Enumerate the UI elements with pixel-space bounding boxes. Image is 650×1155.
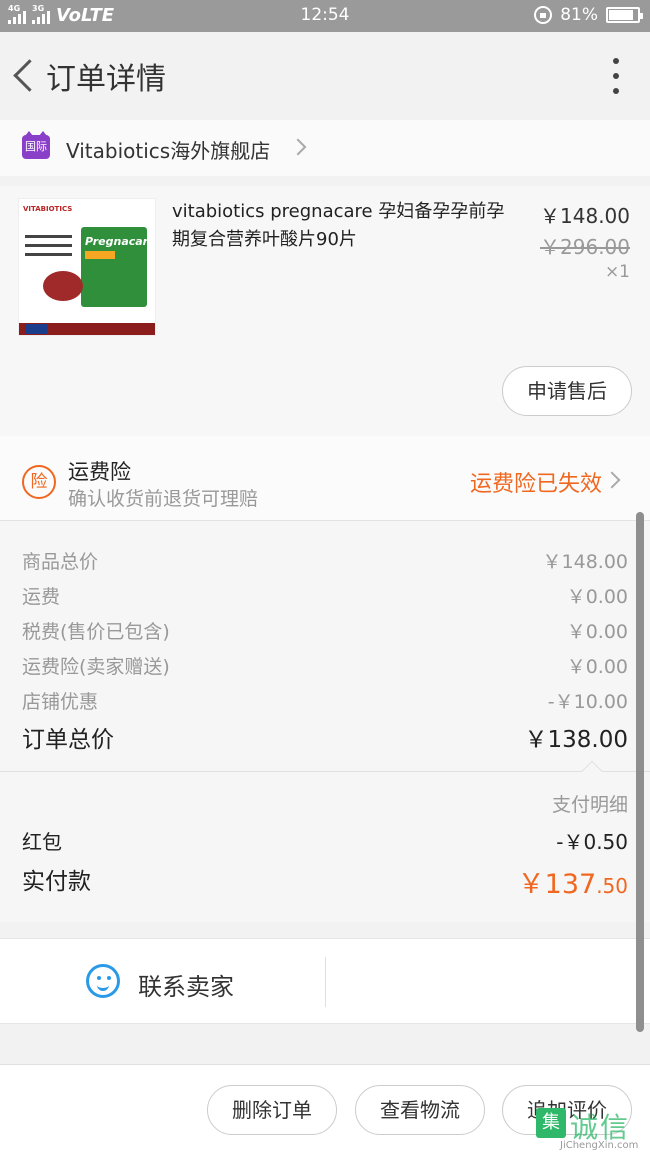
product-price: ￥148.00 (540, 204, 630, 228)
price-summary: 商品总价 ￥148.00 运费 ￥0.00 税费(售价已包含) ￥0.00 运费… (0, 521, 650, 771)
product-title: vitabiotics pregnacare 孕妇备孕孕前孕期复合营养叶酸片90… (172, 201, 505, 250)
app-header: 订单详情 (0, 32, 650, 120)
shipping-insurance-row[interactable]: 险 运费险 确认收货前退货可理赔 运费险已失效 (0, 436, 650, 521)
product-card[interactable]: VITABIOTICS Pregnacare vitabiotics pregn… (0, 186, 650, 436)
scrollbar[interactable] (636, 512, 644, 1032)
divider (325, 957, 326, 1007)
after-sale-button[interactable]: 申请售后 (502, 366, 632, 416)
chevron-right-icon (289, 138, 307, 156)
delete-order-button[interactable]: 删除订单 (207, 1085, 337, 1135)
red-packet-value: -￥0.50 (556, 830, 628, 854)
order-total-value: ￥138.00 (524, 727, 628, 753)
paid-label: 实付款 (22, 869, 91, 895)
more-menu-icon[interactable] (610, 58, 622, 94)
watermark-logo-icon: 集 (536, 1108, 566, 1138)
order-total-row: 订单总价 ￥138.00 (22, 720, 628, 754)
paid-amount-int: ￥137 (517, 869, 597, 900)
international-badge-icon: 国际 (22, 131, 50, 159)
summary-value: ￥0.00 (566, 656, 628, 678)
watermark: 集 诚信 JiChengXin.com (530, 1100, 650, 1155)
paid-amount-dec: .50 (596, 874, 628, 898)
summary-row: 运费险(卖家赠送) ￥0.00 (22, 652, 628, 679)
product-original-price: ￥296.00 (540, 235, 630, 259)
payment-section: 支付明细 红包 -￥0.50 实付款 ￥137.50 (0, 772, 650, 922)
summary-value: ￥0.00 (566, 586, 628, 608)
battery-percent: 81% (560, 5, 598, 25)
red-packet-label: 红包 (22, 830, 62, 854)
insurance-subtitle: 确认收货前退货可理赔 (68, 488, 259, 510)
red-packet-row: 红包 -￥0.50 (22, 826, 628, 855)
rotation-lock-icon (534, 6, 553, 24)
view-logistics-button[interactable]: 查看物流 (355, 1085, 485, 1135)
chevron-right-icon (603, 471, 621, 489)
summary-row: 税费(售价已包含) ￥0.00 (22, 617, 628, 644)
status-bar: 4G 3G VoLTE 12:54 81% (0, 0, 650, 32)
insurance-status: 运费险已失效 (469, 472, 602, 497)
summary-value: ￥0.00 (566, 621, 628, 643)
product-quantity: ×1 (604, 262, 630, 282)
product-image: VITABIOTICS Pregnacare (18, 198, 156, 336)
smiley-chat-icon[interactable] (86, 964, 120, 998)
summary-label: 店铺优惠 (22, 691, 99, 713)
battery-icon (606, 7, 643, 23)
payment-detail-link[interactable]: 支付明细 (552, 790, 628, 817)
summary-row: 商品总价 ￥148.00 (22, 547, 628, 574)
uk-flag-icon (25, 324, 47, 334)
product-image-name: Pregnacare (85, 235, 156, 248)
page-title: 订单详情 (46, 62, 166, 97)
insurance-icon: 险 (22, 465, 56, 499)
paid-row: 实付款 ￥137.50 (22, 862, 628, 901)
order-total-label: 订单总价 (22, 727, 114, 753)
summary-label: 税费(售价已包含) (22, 621, 170, 643)
product-image-brand: VITABIOTICS (23, 205, 73, 213)
contact-seller-bar: 联系卖家 (0, 938, 650, 1024)
summary-label: 商品总价 (22, 551, 99, 573)
shop-row[interactable]: 国际 Vitabiotics海外旗舰店 (0, 120, 650, 176)
contact-seller-button[interactable]: 联系卖家 (138, 967, 234, 1002)
paid-amount: ￥137.50 (518, 862, 628, 901)
summary-value: ￥148.00 (542, 551, 628, 573)
watermark-url: JiChengXin.com (560, 1140, 639, 1151)
summary-row: 运费 ￥0.00 (22, 582, 628, 609)
summary-label: 运费 (22, 586, 61, 608)
summary-label: 运费险(卖家赠送) (22, 656, 170, 678)
insurance-title: 运费险 (68, 460, 131, 484)
summary-value: -￥10.00 (547, 691, 628, 713)
summary-row: 店铺优惠 -￥10.00 (22, 687, 628, 714)
shop-name: Vitabiotics海外旗舰店 (66, 139, 271, 163)
back-arrow-icon[interactable] (10, 56, 40, 96)
